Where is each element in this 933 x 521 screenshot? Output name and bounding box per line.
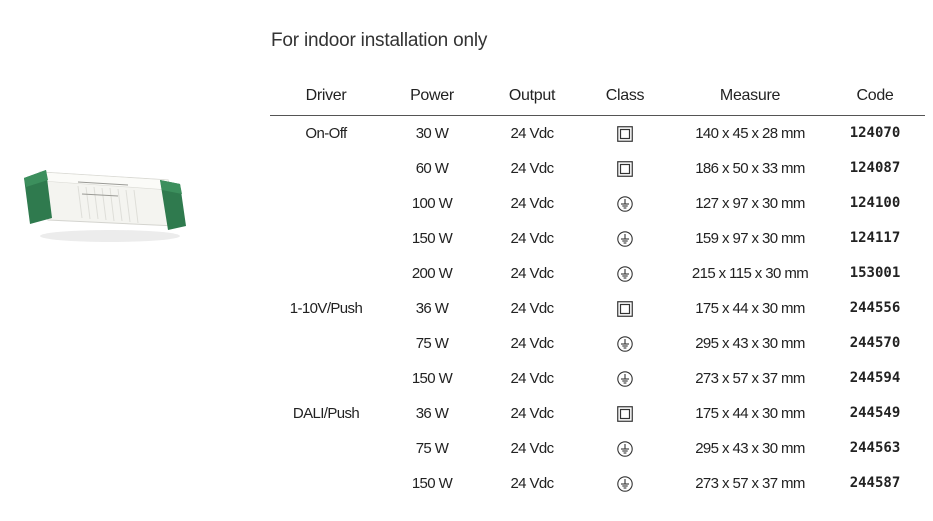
power-cell: 100 W [411, 195, 453, 212]
output-cell: 24 Vdc [510, 475, 554, 492]
measure-cell: 159 x 97 x 30 mm [695, 230, 805, 247]
table-row: 60 W 24 Vdc 186 x 50 x 33 mm 124087 [270, 151, 925, 186]
driver-cell [270, 466, 382, 501]
driver-cell [270, 256, 382, 291]
class-cell [580, 116, 670, 151]
class-cell [580, 151, 670, 186]
class-I-ground-icon [617, 265, 633, 282]
measure-cell: 215 x 115 x 30 mm [691, 265, 809, 282]
table-row: 75 W 24 Vdc 295 x 43 x 30 mm 244570 [270, 326, 925, 361]
class-I-ground-icon [617, 230, 633, 247]
output-cell: 24 Vdc [510, 405, 554, 422]
spec-table: Driver Power Output Class Measure Code O… [270, 78, 925, 501]
measure-cell: 175 x 44 x 30 mm [695, 300, 805, 317]
measure-cell: 295 x 43 x 30 mm [695, 440, 805, 457]
code-cell: 124087 [849, 160, 901, 176]
class-I-ground-icon [617, 370, 633, 387]
power-cell: 150 W [411, 230, 453, 247]
table-row: 75 W 24 Vdc 295 x 43 x 30 mm 244563 [270, 431, 925, 466]
power-cell: 150 W [411, 370, 453, 387]
power-cell: 75 W [415, 440, 449, 457]
class-cell [580, 256, 670, 291]
power-cell: 150 W [411, 475, 453, 492]
power-cell: 36 W [415, 300, 449, 317]
measure-cell: 273 x 57 x 37 mm [695, 370, 805, 387]
power-cell: 75 W [415, 335, 449, 352]
page-heading: For indoor installation only [271, 30, 488, 51]
table-row: 1-10V/Push 36 W 24 Vdc 175 x 44 x 30 mm 2445… [270, 291, 925, 326]
header-power: Power [410, 87, 454, 104]
class-II-square-icon [617, 300, 633, 317]
class-cell [580, 466, 670, 501]
code-cell: 124100 [849, 195, 901, 211]
code-cell: 124117 [849, 230, 901, 246]
class-I-ground-icon [617, 440, 633, 457]
code-cell: 244587 [849, 475, 901, 491]
driver-cell: 1-10V/Push [289, 300, 363, 317]
class-I-ground-icon [617, 335, 633, 352]
output-cell: 24 Vdc [510, 230, 554, 247]
measure-cell: 273 x 57 x 37 mm [695, 475, 805, 492]
led-driver-image [24, 170, 186, 242]
table-row: DALI/Push 36 W 24 Vdc 175 x 44 x 30 mm 24454… [270, 396, 925, 431]
class-II-square-icon [617, 405, 633, 422]
table-header: Driver Power Output Class Measure Code [270, 78, 925, 116]
driver-cell [270, 431, 382, 466]
measure-cell: 175 x 44 x 30 mm [695, 405, 805, 422]
driver-cell [270, 151, 382, 186]
class-I-ground-icon [617, 475, 633, 492]
code-cell: 153001 [849, 265, 901, 281]
table-body: On-Off 30 W 24 Vdc 140 x 45 x 28 mm 124070 60… [270, 116, 925, 501]
class-II-square-icon [617, 125, 633, 142]
output-cell: 24 Vdc [510, 300, 554, 317]
driver-cell: DALI/Push [292, 405, 360, 422]
output-cell: 24 Vdc [510, 335, 554, 352]
header-driver: Driver [305, 87, 347, 104]
table-row: 150 W 24 Vdc 273 x 57 x 37 mm 244587 [270, 466, 925, 501]
code-cell: 244549 [849, 405, 901, 421]
header-code: Code [856, 87, 894, 104]
measure-cell: 127 x 97 x 30 mm [695, 195, 805, 212]
output-cell: 24 Vdc [510, 160, 554, 177]
class-cell [580, 396, 670, 431]
code-cell: 244563 [849, 440, 901, 456]
header-output: Output [508, 87, 556, 104]
table-row: 100 W 24 Vdc 127 x 97 x 30 mm 124100 [270, 186, 925, 221]
code-cell: 244556 [849, 300, 901, 316]
power-cell: 200 W [411, 265, 453, 282]
table-row: On-Off 30 W 24 Vdc 140 x 45 x 28 mm 124070 [270, 116, 925, 151]
driver-cell [270, 361, 382, 396]
header-measure: Measure [719, 87, 781, 104]
output-cell: 24 Vdc [510, 370, 554, 387]
code-cell: 244594 [849, 370, 901, 386]
code-cell: 244570 [849, 335, 901, 351]
measure-cell: 295 x 43 x 30 mm [695, 335, 805, 352]
class-II-square-icon [617, 160, 633, 177]
class-cell [580, 361, 670, 396]
measure-cell: 140 x 45 x 28 mm [695, 125, 805, 142]
table-row: 150 W 24 Vdc 159 x 97 x 30 mm 124117 [270, 221, 925, 256]
class-cell [580, 186, 670, 221]
code-cell: 124070 [849, 125, 901, 141]
class-cell [580, 431, 670, 466]
output-cell: 24 Vdc [510, 265, 554, 282]
power-cell: 30 W [415, 125, 449, 142]
power-cell: 60 W [415, 160, 449, 177]
driver-cell [270, 221, 382, 256]
class-cell [580, 326, 670, 361]
table-row: 200 W 24 Vdc 215 x 115 x 30 mm 153001 [270, 256, 925, 291]
driver-cell [270, 326, 382, 361]
class-I-ground-icon [617, 195, 633, 212]
output-cell: 24 Vdc [510, 440, 554, 457]
class-cell [580, 291, 670, 326]
output-cell: 24 Vdc [510, 125, 554, 142]
measure-cell: 186 x 50 x 33 mm [695, 160, 805, 177]
header-class: Class [605, 87, 645, 104]
output-cell: 24 Vdc [510, 195, 554, 212]
class-cell [580, 221, 670, 256]
table-row: 150 W 24 Vdc 273 x 57 x 37 mm 244594 [270, 361, 925, 396]
power-cell: 36 W [415, 405, 449, 422]
driver-cell: On-Off [305, 125, 347, 142]
driver-cell [270, 186, 382, 221]
